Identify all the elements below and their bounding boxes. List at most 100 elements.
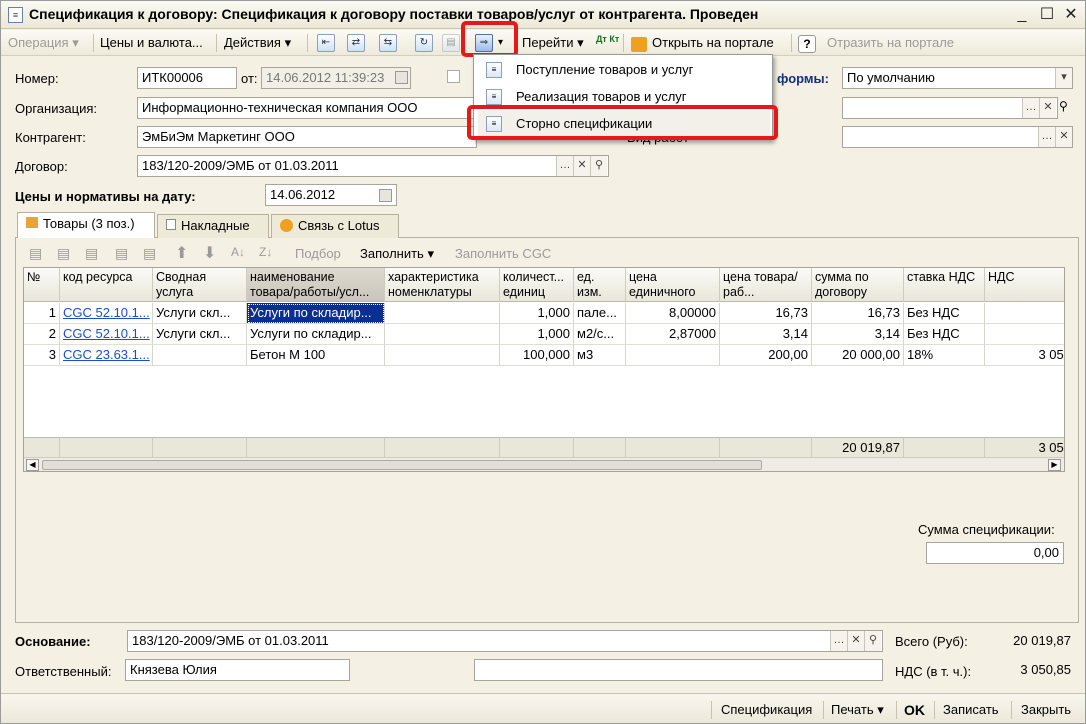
table-cell[interactable] [153, 345, 247, 366]
responsible-field[interactable]: Князева Юлия [125, 659, 350, 681]
table-cell[interactable] [385, 345, 500, 366]
prices-currency-button[interactable]: Цены и валюта... [97, 33, 206, 53]
save-button[interactable]: Записать [943, 700, 999, 720]
table-cell[interactable]: 20 000,00 [812, 345, 904, 366]
edit-row-icon[interactable]: ▤ [85, 245, 98, 262]
select-button[interactable]: … [556, 156, 573, 176]
post-icon[interactable]: ⇤ [317, 34, 335, 52]
table-cell[interactable]: Без НДС [904, 324, 985, 345]
column-header[interactable]: характеристика номенклатуры [385, 268, 500, 302]
column-header[interactable]: ед. изм. [574, 268, 626, 302]
close-window-button[interactable]: ✕ [1060, 5, 1082, 25]
help-icon[interactable]: ? [798, 35, 816, 53]
operation-menu[interactable]: Операция ▾ [5, 33, 82, 53]
table-cell[interactable] [985, 303, 1064, 324]
checkbox[interactable] [447, 70, 460, 83]
scroll-right-icon[interactable]: ▶ [1048, 459, 1061, 471]
column-header[interactable]: код ресурса [60, 268, 153, 302]
minimize-button[interactable]: _ [1011, 5, 1033, 25]
table-cell[interactable]: Услуги по складир... [247, 324, 385, 345]
table-cell[interactable]: м2/с... [574, 324, 626, 345]
dt-kt-button[interactable]: Дт Кт [593, 33, 622, 53]
print-form-select[interactable]: По умолчанию ▾ [842, 67, 1073, 89]
table-cell[interactable]: 2 [24, 324, 60, 345]
right-field-2[interactable]: … ✕ [842, 97, 1058, 119]
column-header[interactable]: количест... единиц [500, 268, 574, 302]
clear-icon[interactable]: ✕ [847, 631, 864, 651]
scroll-left-icon[interactable]: ◀ [26, 459, 39, 471]
table-cell[interactable]: 200,00 [720, 345, 812, 366]
sort-asc-icon[interactable]: A↓ [231, 245, 245, 259]
table-cell[interactable] [985, 324, 1064, 345]
date-field[interactable]: 14.06.2012 11:39:23 [261, 67, 411, 89]
resource-code-link[interactable]: CGC 52.10.1... [60, 303, 153, 324]
podbor-button[interactable]: Подбор [295, 246, 341, 261]
add-row-icon[interactable]: ▤ [29, 245, 42, 262]
print-menu[interactable]: Печать ▾ [831, 700, 884, 720]
calendar-icon[interactable] [395, 71, 408, 84]
table-cell[interactable]: 16,73 [812, 303, 904, 324]
work-type-field[interactable]: … ✕ [842, 126, 1073, 148]
open-portal-button[interactable]: Открыть на портале [649, 33, 777, 53]
table-cell[interactable]: Услуги скл... [153, 324, 247, 345]
copy-icon[interactable]: ↻ [415, 34, 433, 52]
table-cell[interactable]: 16,73 [720, 303, 812, 324]
search-icon[interactable]: ⚲ [590, 156, 607, 176]
table-cell[interactable]: 18% [904, 345, 985, 366]
sort-desc-icon[interactable]: Z↓ [259, 245, 272, 259]
basis-field[interactable]: 183/120-2009/ЭМБ от 01.03.2011 … ✕ ⚲ [127, 630, 883, 652]
table-cell[interactable] [385, 324, 500, 345]
end-edit-icon[interactable]: ▤ [143, 245, 156, 262]
table-cell[interactable]: 3 [24, 345, 60, 366]
copy-row-icon[interactable]: ▤ [57, 245, 70, 262]
table-cell[interactable]: 1,000 [500, 324, 574, 345]
column-header[interactable]: цена единичного [626, 268, 720, 302]
tab-invoices[interactable]: Накладные [157, 214, 269, 238]
menu-item-receipt[interactable]: ≡ Поступление товаров и услуг [478, 57, 770, 83]
create-based-on-icon[interactable]: ⇒ [475, 34, 493, 52]
table-cell[interactable] [385, 303, 500, 324]
resource-code-link[interactable]: CGC 23.63.1... [60, 345, 153, 366]
create-based-on-dropdown-arrow[interactable]: ▾ [495, 33, 506, 53]
post-close-icon[interactable]: ⇄ [347, 34, 365, 52]
select-button[interactable]: … [1022, 98, 1039, 118]
calendar-icon[interactable] [379, 189, 392, 202]
delete-row-icon[interactable]: ▤ [115, 245, 128, 262]
comment-field[interactable] [474, 659, 883, 681]
tab-lotus[interactable]: Связь с Lotus [271, 214, 399, 238]
goods-table[interactable]: № код ресурса Сводная услуга наименование т… [23, 267, 1065, 472]
horizontal-scrollbar[interactable]: ◀ ▶ [24, 457, 1064, 471]
column-header[interactable]: НДС [985, 268, 1064, 302]
reflect-portal-button[interactable]: Отразить на портале [824, 33, 957, 53]
organization-field[interactable]: Информационно-техническая компания ООО [137, 97, 477, 119]
clear-icon[interactable]: ✕ [573, 156, 590, 176]
contractor-field[interactable]: ЭмБиЭм Маркетинг ООО [137, 126, 477, 148]
fill-menu[interactable]: Заполнить ▾ [360, 246, 434, 262]
spec-sum-field[interactable]: 0,00 [926, 542, 1064, 564]
clear-icon[interactable]: ✕ [1039, 98, 1056, 118]
table-cell[interactable]: Бетон М 100 [247, 345, 385, 366]
table-cell[interactable]: Услуги по складир... [247, 303, 385, 324]
select-button[interactable]: … [830, 631, 847, 651]
column-header[interactable]: цена товара/раб... [720, 268, 812, 302]
table-cell[interactable]: пале... [574, 303, 626, 324]
clear-icon[interactable]: ✕ [1055, 127, 1072, 147]
goto-menu[interactable]: Перейти ▾ [519, 33, 587, 53]
table-cell[interactable]: 1,000 [500, 303, 574, 324]
move-down-icon[interactable]: ⬇ [203, 243, 216, 263]
fill-cgc-button[interactable]: Заполнить CGC [455, 246, 551, 261]
table-cell[interactable] [626, 345, 720, 366]
table-cell[interactable]: м3 [574, 345, 626, 366]
table-cell[interactable]: 2,87000 [626, 324, 720, 345]
specification-button[interactable]: Спецификация [721, 700, 812, 720]
column-header[interactable]: Сводная услуга [153, 268, 247, 302]
actions-menu[interactable]: Действия ▾ [221, 33, 294, 53]
chevron-down-icon[interactable]: ▾ [1055, 68, 1072, 88]
move-up-icon[interactable]: ⬆ [175, 243, 188, 263]
search-icon[interactable]: ⚲ [1059, 99, 1068, 113]
maximize-button[interactable]: ☐ [1036, 5, 1058, 25]
table-cell[interactable]: 8,00000 [626, 303, 720, 324]
structure-icon[interactable]: ⇆ [379, 34, 397, 52]
column-header[interactable]: ставка НДС [904, 268, 985, 302]
prices-date-field[interactable]: 14.06.2012 [265, 184, 397, 206]
